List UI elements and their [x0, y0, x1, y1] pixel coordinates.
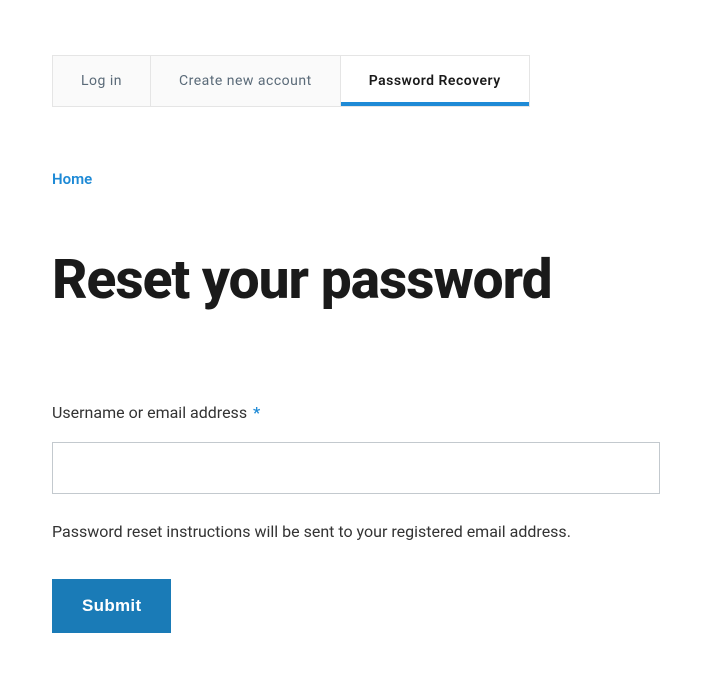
username-email-input[interactable] [52, 442, 660, 494]
required-marker: * [253, 403, 260, 422]
tab-login[interactable]: Log in [53, 56, 151, 106]
tab-password-recovery[interactable]: Password Recovery [341, 56, 529, 106]
help-text: Password reset instructions will be sent… [52, 522, 660, 541]
breadcrumb: Home [52, 169, 660, 188]
submit-button[interactable]: Submit [52, 579, 171, 633]
field-label-text: Username or email address [52, 403, 247, 422]
auth-tabs: Log in Create new account Password Recov… [52, 55, 530, 107]
username-email-label: Username or email address * [52, 403, 260, 422]
tab-create-account[interactable]: Create new account [151, 56, 341, 106]
password-reset-form: Username or email address * Password res… [52, 403, 660, 633]
breadcrumb-home-link[interactable]: Home [52, 170, 92, 188]
page-title: Reset your password [52, 250, 660, 311]
